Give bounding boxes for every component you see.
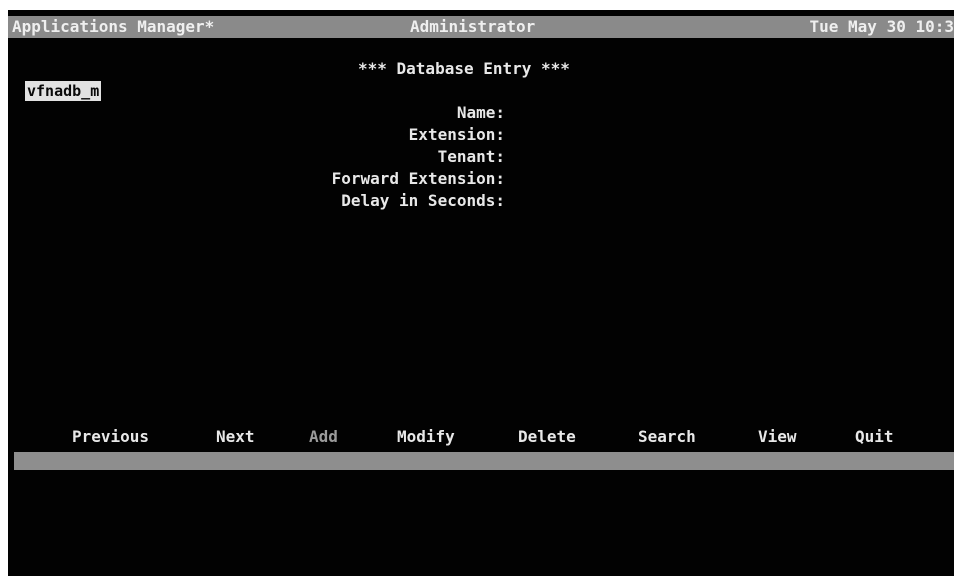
- add-menu-item[interactable]: Add: [309, 425, 338, 449]
- terminal-screen: Applications Manager* Administrator Tue …: [8, 10, 954, 576]
- delay-seconds-label: Delay in Seconds:: [341, 191, 505, 210]
- next-menu-item[interactable]: Next: [216, 425, 255, 449]
- delete-menu-item[interactable]: Delete: [518, 425, 576, 449]
- field-list: Name: Extension: Tenant: Forward Extensi…: [8, 102, 505, 212]
- status-bar: [14, 452, 954, 470]
- tenant-label: Tenant:: [437, 147, 505, 166]
- user-name: Administrator: [410, 17, 536, 36]
- page-title: *** Database Entry ***: [358, 59, 570, 78]
- app-title: Applications Manager*: [12, 17, 215, 36]
- command-menu: Previous Next Add Modify Delete Search V…: [8, 425, 954, 449]
- date-time: Tue May 30 10:3: [809, 17, 954, 36]
- search-menu-item[interactable]: Search: [638, 425, 696, 449]
- record-id-field[interactable]: vfnadb_m: [25, 81, 102, 101]
- name-label: Name:: [456, 103, 505, 122]
- title-bar: Applications Manager* Administrator Tue …: [8, 16, 954, 38]
- quit-menu-item[interactable]: Quit: [855, 425, 894, 449]
- forward-extension-label: Forward Extension:: [331, 169, 505, 188]
- view-menu-item[interactable]: View: [758, 425, 797, 449]
- previous-menu-item[interactable]: Previous: [72, 425, 149, 449]
- modify-menu-item[interactable]: Modify: [397, 425, 455, 449]
- extension-label: Extension:: [408, 125, 505, 144]
